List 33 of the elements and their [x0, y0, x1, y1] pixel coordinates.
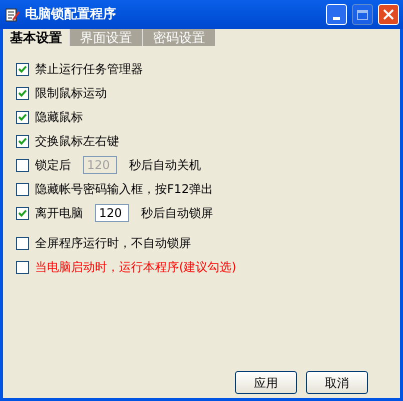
option-label: 秒后自动关机 — [129, 157, 201, 174]
checkbox[interactable] — [16, 206, 29, 220]
seconds-field[interactable]: 120 — [95, 204, 129, 222]
notepad-icon — [4, 6, 20, 22]
checkbox[interactable] — [16, 260, 29, 274]
check-icon — [18, 112, 27, 122]
checkbox[interactable] — [16, 110, 29, 124]
check-icon — [18, 208, 27, 218]
close-button[interactable] — [378, 4, 399, 25]
option-label: 隐藏鼠标 — [35, 109, 83, 126]
option-label: 离开电脑 — [35, 205, 83, 222]
option-label: 秒后自动锁屏 — [141, 205, 213, 222]
check-icon — [18, 64, 27, 74]
option-label: 锁定后 — [35, 157, 71, 174]
checkbox[interactable] — [16, 86, 29, 100]
dialog-button[interactable]: 取消 — [306, 371, 368, 394]
checkbox[interactable] — [16, 62, 29, 76]
checkbox[interactable] — [16, 236, 29, 250]
option-label: 隐藏帐号密码输入框，按F12弹出 — [35, 181, 214, 198]
option-label: 限制鼠标运动 — [35, 85, 107, 102]
check-icon — [18, 88, 27, 98]
checkbox[interactable] — [16, 182, 29, 196]
maximize-button[interactable] — [352, 4, 373, 25]
check-icon — [18, 136, 27, 146]
checkbox[interactable] — [16, 134, 29, 148]
close-icon — [383, 9, 394, 20]
window-title: 电脑锁配置程序 — [25, 6, 117, 24]
dialog-button[interactable]: 应用 — [235, 371, 297, 394]
minimize-button[interactable] — [326, 4, 347, 25]
option-label: 当电脑启动时，运行本程序(建议勾选) — [35, 259, 236, 276]
option-label: 交换鼠标左右键 — [35, 133, 119, 150]
option-label: 全屏程序运行时，不自动锁屏 — [35, 235, 191, 252]
option-label: 禁止运行任务管理器 — [35, 61, 143, 78]
